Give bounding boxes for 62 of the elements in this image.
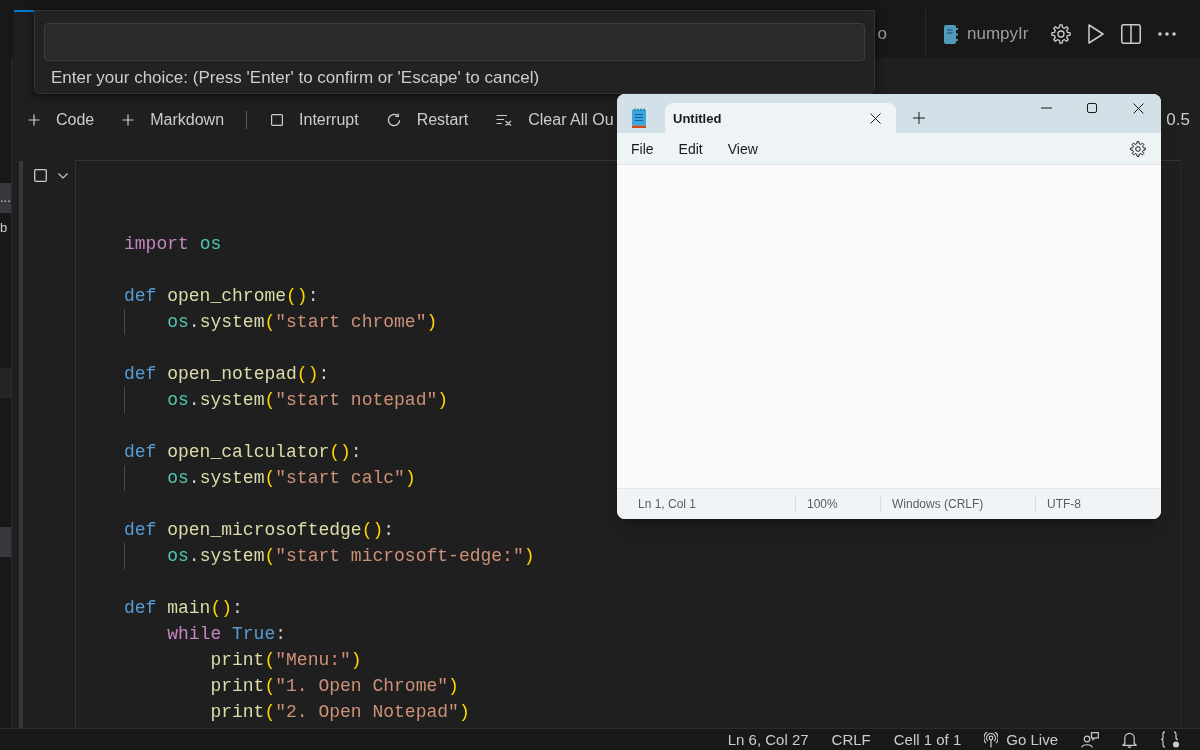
add-cell-button[interactable]: Markdown [122,110,225,130]
sidebar-item[interactable]: ... [0,183,11,213]
code-line: def open_calculator(): [124,441,362,464]
status-bar-item[interactable]: CRLF [831,731,871,748]
maximize-icon[interactable] [1087,103,1097,113]
editor-tab[interactable]: o [874,10,925,58]
clear-outputs-button[interactable]: Clear All Ou [496,110,614,130]
close-icon[interactable] [870,112,881,124]
square-icon [271,114,284,126]
minimize-icon[interactable] [1040,107,1052,109]
prompt-message: Enter your choice: (Press 'Enter' to confirm or 'Escape' to cancel) [50,67,541,89]
editor-tab[interactable] [14,10,34,58]
code-line: def open_microsoftedge(): [124,519,395,542]
add-cell-button[interactable]: Code [28,110,95,130]
go-live-button[interactable]: Go Live [984,731,1058,748]
menu-item[interactable]: File [621,136,664,161]
restart-button[interactable]: Restart [386,110,469,130]
status-bar-item[interactable]: Ln 6, Col 27 [727,731,809,748]
settings-icon[interactable] [1130,140,1146,157]
bell-icon[interactable] [1122,731,1137,748]
notebook-icon [944,24,958,44]
text-input-area[interactable] [617,165,1161,488]
code-line: os.system("start microsoft-edge:") [167,545,535,568]
split-panel-icon[interactable] [1121,24,1141,44]
code-line: while True: [167,623,287,646]
menu-item[interactable]: View [717,136,768,161]
code-line: def open_chrome(): [124,285,319,308]
sidebar-item[interactable]: b [0,213,11,243]
clear-all-icon [496,114,513,126]
braces-icon[interactable] [1160,731,1180,748]
plus-icon[interactable] [913,112,925,124]
status-bar-item[interactable]: Cell 1 of 1 [893,731,962,748]
square-icon[interactable] [34,169,47,182]
input-field[interactable] [44,23,865,61]
chevron-down-icon[interactable] [58,173,68,179]
status-text: 100% [807,497,838,511]
interrupt-button[interactable]: Interrupt [271,110,359,130]
play-icon[interactable] [1088,24,1104,44]
plus-icon [28,114,40,126]
status-text: UTF-8 [1047,497,1081,511]
code-line: def open_notepad(): [124,363,330,386]
editor-tab[interactable]: numpyIr [944,10,1029,58]
code-line: os.system("start chrome") [167,311,438,334]
code-line: import os [124,233,222,256]
notepad-icon [632,108,646,128]
restart-icon [386,113,401,127]
notepad-tab[interactable]: Untitled [665,103,896,133]
broadcast-icon [984,731,999,748]
code-line: print("1. Open Chrome") [210,675,459,698]
code-line: os.system("start calc") [167,467,416,490]
ellipsis-icon[interactable] [1158,32,1176,36]
kernel-label[interactable]: 0.5 [1166,110,1190,130]
person-feedback-icon[interactable] [1081,731,1099,748]
close-icon[interactable] [1132,102,1144,114]
menu-item[interactable]: Edit [668,136,713,161]
code-line: def main(): [124,597,243,620]
plus-icon [122,114,135,126]
code-line: os.system("start notepad") [167,389,449,412]
status-text: Windows (CRLF) [892,497,984,511]
code-line: print("2. Open Notepad") [210,701,470,724]
code-line: print("Menu:") [210,649,362,672]
status-text: Ln 1, Col 1 [638,497,697,511]
